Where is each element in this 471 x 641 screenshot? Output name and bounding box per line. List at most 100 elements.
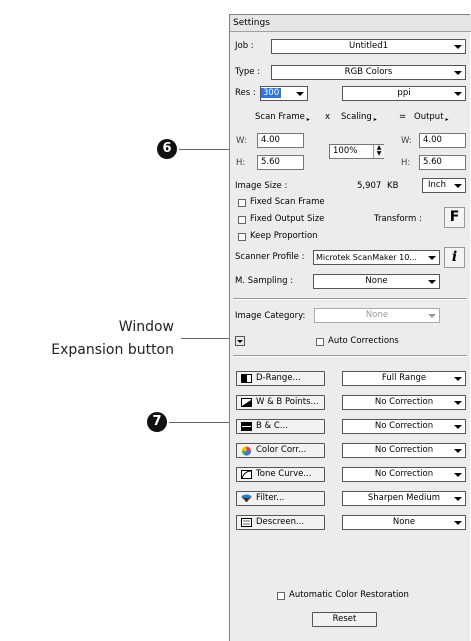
window-expansion-label-line1: Window (118, 319, 174, 335)
transform-label: Transform : (374, 214, 422, 224)
color-corr-value: No Correction (374, 445, 434, 455)
image-size-unit: KB (387, 181, 399, 191)
scan-height-field[interactable]: 5.60 (257, 155, 304, 170)
m-sampling-dropdown[interactable]: None (313, 274, 440, 289)
chevron-down-icon (454, 184, 462, 188)
stepper-down-icon[interactable]: ▼ (374, 151, 384, 157)
window-expansion-label-line2: Expansion button (51, 342, 174, 358)
image-category-label: Image Category: (235, 311, 306, 321)
type-dropdown[interactable]: RGB Colors (271, 65, 466, 80)
d-range-icon (241, 374, 252, 383)
bc-button[interactable]: B & C... (236, 419, 325, 434)
chevron-down-icon (428, 256, 436, 260)
tone-curve-dropdown[interactable]: No Correction (342, 467, 466, 482)
descreen-button[interactable]: Descreen... (236, 515, 325, 530)
auto-corrections-label: Auto Corrections (328, 336, 399, 346)
automatic-color-restoration-label: Automatic Color Restoration (289, 590, 409, 600)
bc-value: No Correction (374, 421, 434, 431)
chevron-down-icon (454, 71, 462, 75)
descreen-label: Descreen... (256, 517, 305, 527)
d-range-label: D-Range... (256, 373, 301, 383)
fixed-scan-frame-checkbox[interactable] (238, 199, 246, 207)
scaling-value: 100% (333, 146, 358, 156)
info-icon: i (451, 249, 458, 265)
res-dropdown[interactable]: 300 (260, 86, 308, 101)
color-corr-button[interactable]: Color Corr... (236, 443, 325, 458)
descreen-dropdown[interactable]: None (342, 515, 466, 530)
wb-points-dropdown[interactable]: No Correction (342, 395, 466, 410)
window-title: Settings (230, 15, 471, 32)
descreen-value: None (392, 517, 416, 527)
tone-curve-button[interactable]: Tone Curve... (236, 467, 325, 482)
descreen-icon (241, 518, 252, 527)
keep-proportion-checkbox[interactable] (238, 233, 246, 241)
chevron-down-icon (454, 377, 462, 381)
reset-button[interactable]: Reset (312, 612, 377, 627)
image-category-dropdown[interactable]: None (314, 308, 440, 323)
auto-corrections-checkbox[interactable] (316, 338, 324, 346)
output-width-field[interactable]: 4.00 (419, 133, 466, 148)
automatic-color-restoration-checkbox[interactable] (277, 592, 285, 600)
submenu-arrow-icon: ▸ (443, 116, 449, 123)
callout-line-window (181, 338, 235, 339)
scanner-profile-label: Scanner Profile : (235, 252, 305, 262)
filter-dropdown[interactable]: Sharpen Medium (342, 491, 466, 506)
filter-funnel-icon (241, 494, 252, 503)
divider (233, 355, 467, 357)
scanner-profile-value: Microtek ScanMaker 10... (316, 253, 417, 262)
chevron-down-icon (454, 521, 462, 525)
wb-points-label: W & B Points... (256, 397, 319, 407)
m-sampling-value: None (365, 276, 388, 286)
color-corr-label: Color Corr... (256, 445, 307, 455)
job-dropdown[interactable]: Untitled1 (271, 39, 466, 54)
bc-dropdown[interactable]: No Correction (342, 419, 466, 434)
profile-info-button[interactable]: i (444, 247, 465, 268)
job-label: Job : (235, 41, 254, 51)
callout-line-6 (179, 149, 229, 150)
times-sign: x (325, 112, 331, 122)
scan-frame-header[interactable]: Scan Frame ▸ (255, 112, 310, 123)
output-header[interactable]: Output ▸ (414, 112, 448, 123)
window-expansion-button[interactable] (235, 336, 245, 346)
tone-curve-value: No Correction (374, 469, 434, 479)
chevron-down-icon (428, 280, 436, 284)
transform-button[interactable]: F (444, 207, 465, 228)
tone-curve-label: Tone Curve... (256, 469, 312, 479)
tone-curve-icon (241, 470, 252, 479)
expand-arrow-icon (237, 340, 243, 343)
filter-label: Filter... (256, 493, 285, 503)
d-range-value: Full Range (381, 373, 427, 383)
chevron-down-icon (296, 92, 304, 96)
wb-points-button[interactable]: W & B Points... (236, 395, 325, 410)
callout-badge-6: 6 (157, 139, 177, 159)
chevron-down-icon (454, 425, 462, 429)
output-height-field[interactable]: 5.60 (419, 155, 466, 170)
chevron-down-icon (454, 497, 462, 501)
measure-unit-dropdown[interactable]: Inch (422, 178, 466, 193)
res-label: Res : (235, 88, 256, 98)
fixed-output-size-checkbox[interactable] (238, 216, 246, 224)
m-sampling-label: M. Sampling : (235, 276, 294, 286)
scanner-profile-dropdown[interactable]: Microtek ScanMaker 10... (313, 250, 440, 265)
scaling-header[interactable]: Scaling ▸ (341, 112, 377, 123)
image-category-value: None (365, 310, 389, 320)
chevron-down-icon (454, 401, 462, 405)
transform-f-icon: F (449, 209, 460, 225)
submenu-arrow-icon: ▸ (371, 116, 377, 123)
scaling-stepper[interactable]: ▲ ▼ (373, 145, 384, 158)
filter-button[interactable]: Filter... (236, 491, 325, 506)
callout-badge-7: 7 (147, 412, 167, 432)
res-value: 300 (261, 88, 282, 98)
d-range-dropdown[interactable]: Full Range (342, 371, 466, 386)
res-unit-value: ppi (397, 88, 411, 98)
output-header-text: Output (414, 112, 444, 122)
settings-panel: Settings Job : Untitled1 Type : RGB Colo… (229, 14, 471, 641)
color-corr-dropdown[interactable]: No Correction (342, 443, 466, 458)
res-unit-dropdown[interactable]: ppi (342, 86, 466, 101)
image-size-value: 5,907 (357, 181, 382, 191)
scan-width-field[interactable]: 4.00 (257, 133, 304, 148)
d-range-button[interactable]: D-Range... (236, 371, 325, 386)
chevron-down-icon (428, 314, 436, 318)
submenu-arrow-icon: ▸ (304, 116, 310, 123)
scaling-header-text: Scaling (341, 112, 372, 122)
